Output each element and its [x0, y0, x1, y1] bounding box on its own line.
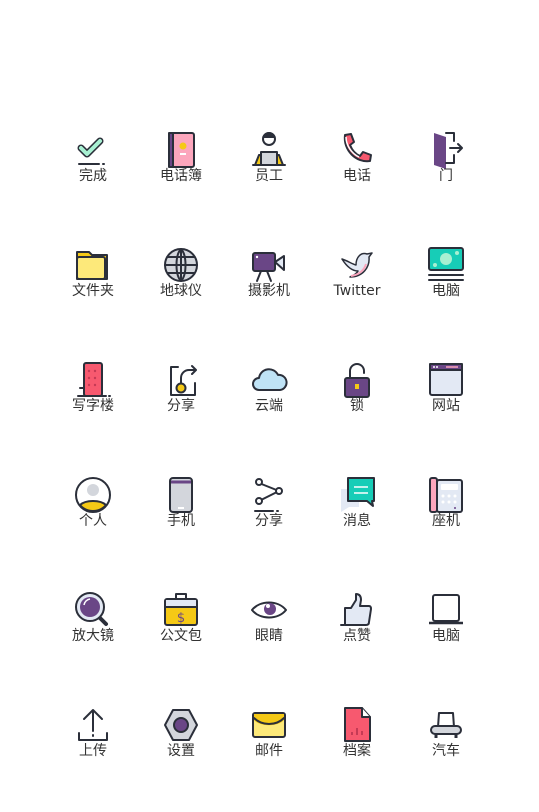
- mobile-phone-icon: [161, 475, 201, 515]
- icon-label: 文件夹: [72, 283, 114, 299]
- icon-label: 网站: [432, 398, 460, 414]
- icon-label: 个人: [79, 513, 107, 529]
- icon-label: 门: [439, 168, 453, 184]
- icon-label: 邮件: [255, 743, 283, 759]
- icon-tile: 电话: [313, 130, 401, 230]
- icon-tile: 锁: [313, 360, 401, 460]
- icon-label: 点赞: [343, 628, 371, 644]
- globe-icon: [161, 245, 201, 285]
- icon-label: 分享: [167, 398, 195, 414]
- cloud-icon: [249, 360, 289, 400]
- icon-tile: 电脑: [402, 245, 490, 345]
- icon-tile: 写字楼: [49, 360, 137, 460]
- door-exit-icon: [426, 130, 466, 170]
- icon-label: 写字楼: [72, 398, 114, 414]
- icon-tile: 个人: [49, 475, 137, 575]
- icon-label: 电脑: [432, 628, 460, 644]
- icon-label: 座机: [432, 513, 460, 529]
- video-camera-icon: [249, 245, 289, 285]
- icon-tile: 分享: [137, 360, 225, 460]
- icon-tile: 眼睛: [225, 590, 313, 690]
- icon-tile: 座机: [402, 475, 490, 575]
- icon-tile: 分享: [225, 475, 313, 575]
- icon-tile: 地球仪: [137, 245, 225, 345]
- office-building-icon: [73, 360, 113, 400]
- icon-tile: 放大镜: [49, 590, 137, 690]
- user-avatar-icon: [73, 475, 113, 515]
- icon-tile: 摄影机: [225, 245, 313, 345]
- thumbs-up-icon: [337, 590, 377, 630]
- briefcase-icon: $: [161, 590, 201, 630]
- icon-tile: 文件夹: [49, 245, 137, 345]
- settings-nut-icon: [161, 705, 201, 745]
- share-export-icon: [161, 360, 201, 400]
- icon-label: 档案: [343, 743, 371, 759]
- twitter-bird-icon: [337, 245, 377, 285]
- icon-label: 设置: [167, 743, 195, 759]
- upload-icon: [73, 705, 113, 745]
- icon-label: 电脑: [432, 283, 460, 299]
- icon-tile: 档案: [313, 705, 401, 805]
- icon-tile: 手机: [137, 475, 225, 575]
- icon-label: 眼睛: [255, 628, 283, 644]
- icon-tile: 邮件: [225, 705, 313, 805]
- icon-tile: 消息: [313, 475, 401, 575]
- icon-label: 汽车: [432, 743, 460, 759]
- icon-label: 电话: [343, 168, 371, 184]
- icon-tile: 云端: [225, 360, 313, 460]
- icon-tile: 上传: [49, 705, 137, 805]
- eye-icon: [249, 590, 289, 630]
- icon-tile: 电话簿: [137, 130, 225, 230]
- padlock-icon: [337, 360, 377, 400]
- icon-tile: 门: [402, 130, 490, 230]
- icon-tile: 设置: [137, 705, 225, 805]
- icon-tile: 员工: [225, 130, 313, 230]
- icon-label: 分享: [255, 513, 283, 529]
- desk-phone-icon: [426, 475, 466, 515]
- icon-tile: 网站: [402, 360, 490, 460]
- icon-label: 上传: [79, 743, 107, 759]
- laptop-icon: [426, 590, 466, 630]
- phonebook-icon: [161, 130, 201, 170]
- icon-label: Twitter: [333, 283, 381, 299]
- car-icon: [426, 705, 466, 745]
- money-icon: [426, 245, 466, 285]
- icon-tile: 电脑: [402, 590, 490, 690]
- icon-tile: 点赞: [313, 590, 401, 690]
- icon-label: 手机: [167, 513, 195, 529]
- icon-label: 完成: [79, 168, 107, 184]
- icon-label: 放大镜: [72, 628, 114, 644]
- employee-icon: [249, 130, 289, 170]
- checkmark-icon: [73, 130, 113, 170]
- icon-label: 锁: [350, 398, 364, 414]
- browser-window-icon: [426, 360, 466, 400]
- icon-label: 云端: [255, 398, 283, 414]
- icon-tile: 汽车: [402, 705, 490, 805]
- phone-icon: [337, 130, 377, 170]
- file-chart-icon: [337, 705, 377, 745]
- share-nodes-icon: [249, 475, 289, 515]
- icon-tile: 完成: [49, 130, 137, 230]
- icon-label: 摄影机: [248, 283, 290, 299]
- folder-icon: [73, 245, 113, 285]
- chat-message-icon: [337, 475, 377, 515]
- icon-label: 电话簿: [160, 168, 202, 184]
- icon-label: 地球仪: [160, 283, 202, 299]
- icon-tile: Twitter: [313, 245, 401, 345]
- icon-label: 消息: [343, 513, 371, 529]
- magnifier-icon: [73, 590, 113, 630]
- mail-icon: [249, 705, 289, 745]
- icon-tile: $ 公文包: [137, 590, 225, 690]
- icon-label: 公文包: [160, 628, 202, 644]
- svg-text:$: $: [177, 611, 185, 626]
- icon-label: 员工: [255, 168, 283, 184]
